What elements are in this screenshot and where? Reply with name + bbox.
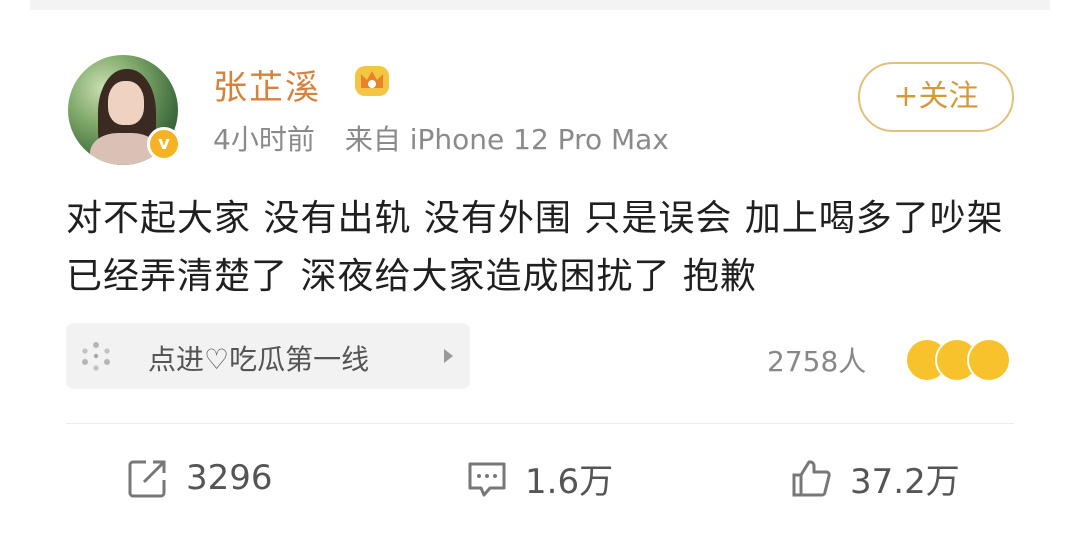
top-divider	[30, 0, 1050, 10]
reaction-count[interactable]: 2758人	[767, 340, 866, 380]
repost-count: 3296	[186, 458, 273, 498]
comment-button[interactable]: 1.6万	[465, 452, 613, 504]
topic-label: 点进♡吃瓜第一线	[148, 343, 370, 376]
thumbs-up-icon	[792, 460, 831, 497]
actions-divider	[66, 423, 1014, 424]
chevron-right-icon	[444, 349, 453, 363]
comment-icon	[468, 462, 506, 497]
post-meta: 4小时前 来自 iPhone 12 Pro Max	[213, 118, 669, 158]
crown-icon	[355, 66, 389, 96]
sparkle-icon	[82, 342, 110, 371]
repost-button[interactable]: 3296	[126, 452, 273, 504]
comment-count: 1.6万	[525, 461, 614, 502]
post-text: 对不起大家 没有出轨 没有外围 只是误会 加上喝多了吵架 已经弄清楚了 深夜给大…	[66, 198, 1004, 297]
topic-chip[interactable]: 点进♡吃瓜第一线	[66, 323, 470, 389]
reaction-faces[interactable]	[905, 336, 1015, 384]
verified-badge-icon: v	[147, 127, 181, 161]
avatar-face	[108, 81, 144, 125]
repost-icon	[128, 460, 166, 498]
post-time: 4小时前	[213, 123, 315, 156]
like-count: 37.2万	[850, 461, 960, 502]
post-source: 来自 iPhone 12 Pro Max	[344, 123, 669, 156]
follow-button[interactable]: +关注	[858, 62, 1014, 132]
surprised-face-icon	[967, 338, 1011, 382]
username[interactable]: 张芷溪	[213, 60, 321, 109]
like-button[interactable]: 37.2万	[790, 452, 960, 504]
